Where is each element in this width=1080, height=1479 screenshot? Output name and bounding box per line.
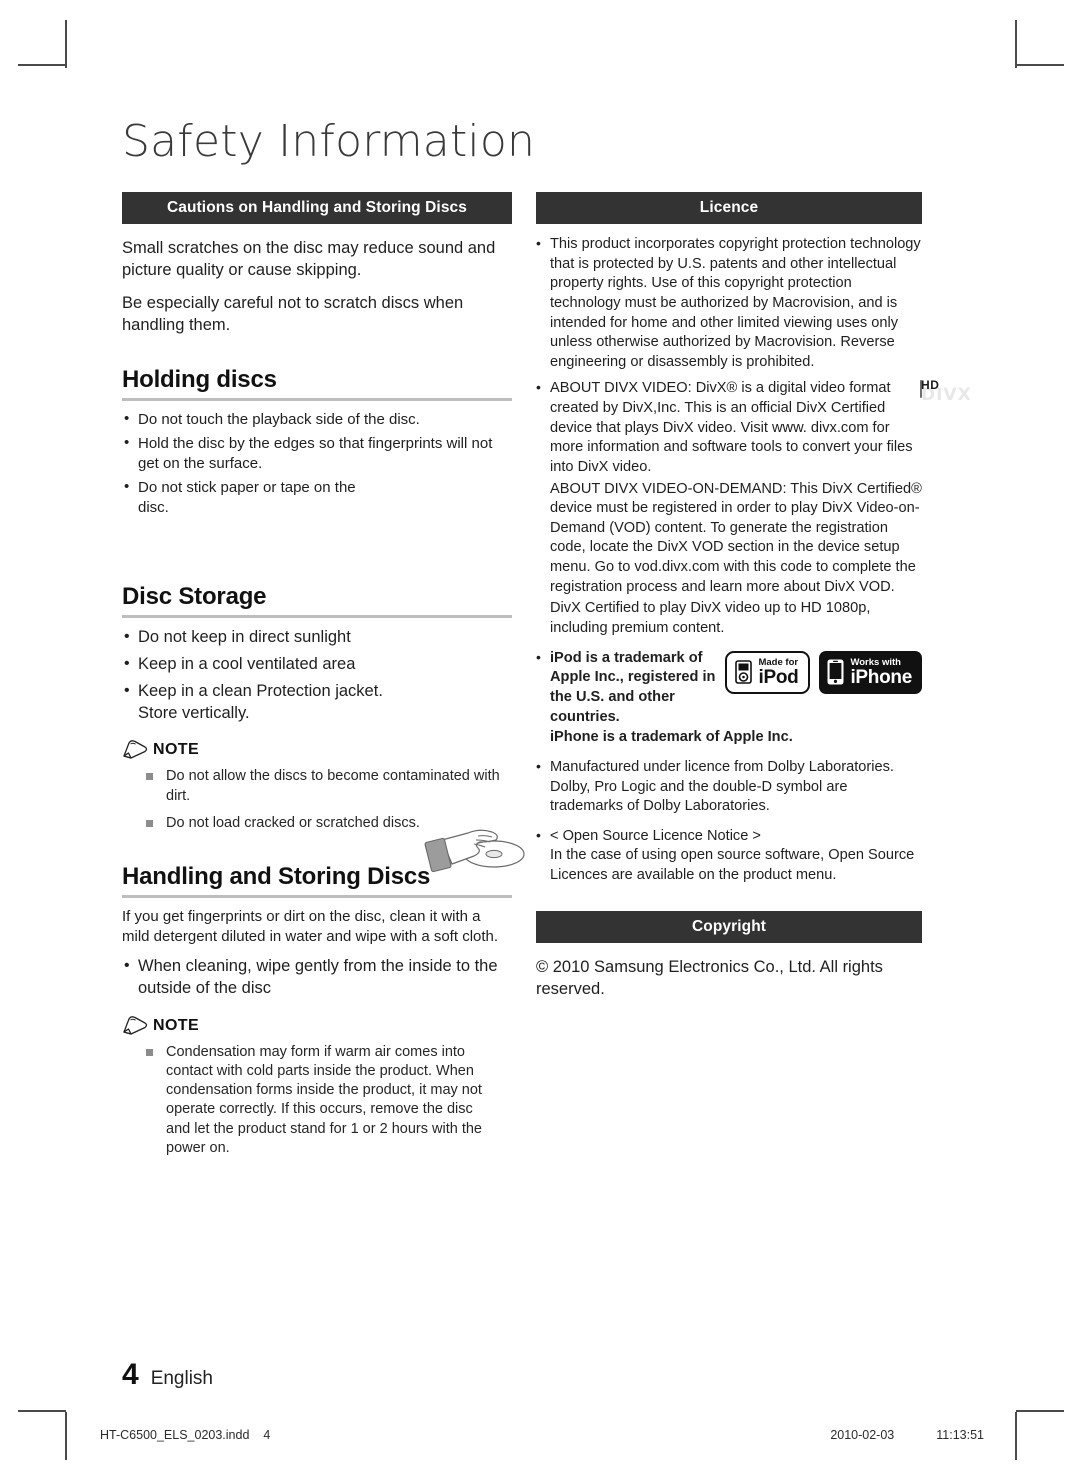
print-footer-page: 4 (263, 1428, 271, 1442)
list-item: Do not touch the playback side of the di… (122, 409, 512, 430)
list-item: Condensation may form if warm air comes … (146, 1043, 496, 1159)
divx-paragraph-2: ABOUT DIVX VIDEO-ON-DEMAND: This DivX Ce… (550, 480, 922, 595)
heading-holding-discs: Holding discs (122, 365, 277, 393)
badge-works-with-label: Works with (850, 656, 901, 668)
divx-logo: DIVX HD (920, 378, 971, 405)
page-language: English (150, 1368, 214, 1389)
crop-mark-top-left-horizontal (18, 64, 66, 66)
pencil-icon (123, 1015, 148, 1035)
iphone-device-icon (827, 659, 844, 685)
list-item: Do not stick paper or tape on the disc. (122, 477, 388, 517)
print-footer: HT-C6500_ELS_0203.indd 4 2010-02-03 11:1… (100, 1428, 984, 1442)
made-for-ipod-badge: Made for iPod (725, 650, 811, 695)
open-source-title: < Open Source Licence Notice > (550, 827, 761, 844)
disc-storage-bullet-list: Do not keep in direct sunlight Keep in a… (122, 626, 512, 725)
ipod-row: iPod is a trademark of Apple Inc., regis… (550, 649, 922, 728)
list-item: This product incorporates copyright prot… (536, 234, 922, 372)
ipod-badges: Made for iPod Works with iPhone (725, 649, 922, 695)
list-item: Keep in a clean Protection jacket. Store… (122, 680, 408, 725)
print-footer-filename: HT-C6500_ELS_0203.indd (100, 1428, 250, 1442)
open-source-notice-item: < Open Source Licence Notice > In the ca… (536, 826, 922, 886)
page-footer: 4 English (122, 1358, 213, 1392)
licence-list: This product incorporates copyright prot… (536, 234, 971, 886)
badge-iphone-label: iPhone (850, 667, 912, 689)
divx-video-item: DIVX HD ABOUT DIVX VIDEO: DivX® is a dig… (536, 378, 971, 477)
divx-paragraph-3: DivX Certified to play DivX video up to … (550, 600, 871, 636)
handling-bullet-list: When cleaning, wipe gently from the insi… (122, 955, 512, 1000)
pencil-icon (123, 740, 148, 760)
page-title: Safety Information (122, 116, 536, 167)
page-number: 4 (122, 1358, 139, 1391)
note-header: NOTE (122, 740, 512, 760)
handling-intro-paragraph: If you get fingerprints or dirt on the d… (122, 908, 499, 946)
divx-paragraph-1: ABOUT DIVX VIDEO: DivX® is a digital vid… (550, 380, 913, 475)
crop-mark-top-left-vertical (65, 20, 67, 68)
works-with-iphone-badge: Works with iPhone (819, 650, 922, 695)
list-item: Do not keep in direct sunlight (122, 626, 512, 649)
heading-disc-storage: Disc Storage (122, 583, 267, 611)
section-bar-cautions: Cautions on Handling and Storing Discs (122, 192, 512, 225)
cautions-paragraph-2: Be especially careful not to scratch dis… (122, 293, 464, 334)
heading-rule (122, 895, 512, 899)
list-item: Do not load cracked or scratched discs. (146, 814, 512, 833)
note-header: NOTE (122, 1015, 512, 1036)
heading-rule (122, 397, 512, 401)
list-item: Keep in a cool ventilated area (122, 653, 512, 676)
ipod-device-icon (735, 660, 753, 685)
copyright-text: © 2010 Samsung Electronics Co., Ltd. All… (536, 957, 883, 998)
crop-mark-top-right-horizontal (1016, 64, 1064, 66)
right-column: Licence This product incorporates copyri… (536, 192, 971, 1012)
iphone-trademark-text: iPhone is a trademark of Apple Inc. (550, 729, 793, 746)
crop-mark-top-right-vertical (1015, 20, 1017, 68)
list-item: Hold the disc by the edges so that finge… (122, 433, 512, 473)
section-bar-copyright: Copyright (536, 910, 922, 943)
note-label: NOTE (153, 741, 200, 759)
section-bar-licence: Licence (536, 192, 922, 225)
list-item: Do not allow the discs to become contami… (146, 767, 512, 806)
crop-mark-bottom-right-vertical (1015, 1412, 1017, 1460)
dolby-licence-item: Manufactured under licence from Dolby La… (536, 757, 922, 817)
open-source-body: In the case of using open source softwar… (550, 847, 915, 884)
crop-mark-bottom-left-vertical (65, 1412, 67, 1460)
cautions-paragraph-1: Small scratches on the disc may reduce s… (122, 239, 496, 279)
crop-mark-bottom-left-horizontal (18, 1410, 66, 1412)
badge-ipod-label: iPod (758, 667, 799, 689)
disc-storage-notes: Do not allow the discs to become contami… (122, 767, 512, 833)
print-footer-date: 2010-02-03 (830, 1428, 895, 1442)
note-label: NOTE (153, 1016, 200, 1034)
print-footer-time: 11:13:51 (936, 1428, 984, 1442)
list-item: When cleaning, wipe gently from the insi… (122, 955, 512, 1000)
heading-rule (122, 615, 512, 619)
badge-made-for-label: Made for (758, 656, 799, 668)
ipod-trademark-item: iPod is a trademark of Apple Inc., regis… (536, 648, 922, 748)
holding-discs-bullet-list: Do not touch the playback side of the di… (122, 409, 512, 518)
crop-mark-bottom-right-horizontal (1016, 1410, 1064, 1412)
left-column: Cautions on Handling and Storing Discs S… (122, 192, 525, 1166)
document-page: Safety Information Cautions on Handling … (0, 0, 1080, 1479)
ipod-trademark-text: iPod is a trademark of Apple Inc., regis… (550, 649, 716, 725)
handling-notes: Condensation may form if warm air comes … (122, 1043, 512, 1159)
